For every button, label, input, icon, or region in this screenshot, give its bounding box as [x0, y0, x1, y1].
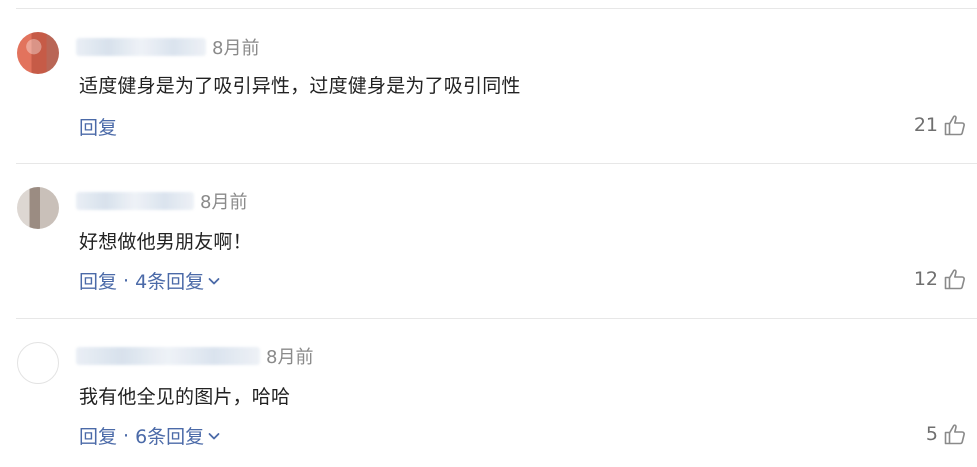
thumbs-up-icon[interactable]: [943, 267, 967, 291]
reply-button[interactable]: 回复: [79, 422, 117, 449]
avatar[interactable]: [17, 342, 59, 384]
comment-meta: 8月前: [76, 189, 247, 213]
like-button[interactable]: 12: [914, 267, 967, 291]
comment-meta: 8月前: [76, 35, 259, 59]
comment-actions: 回复 · 6条回复: [79, 422, 221, 449]
comment-text: 好想做他男朋友啊！: [79, 231, 252, 253]
separator: ·: [123, 424, 130, 447]
comment-item: 8月前 我有他全见的图片，哈哈 回复 · 6条回复 5: [0, 318, 977, 467]
comment-list: 8月前 适度健身是为了吸引异性，过度健身是为了吸引同性 回复 21 8月前 好想…: [0, 0, 977, 467]
avatar[interactable]: [17, 32, 59, 74]
comment-time: 8月前: [212, 38, 260, 59]
replies-count: 4条回复: [135, 271, 205, 293]
thumbs-up-icon[interactable]: [943, 422, 967, 446]
reply-button[interactable]: 回复: [79, 267, 117, 294]
comment-text: 适度健身是为了吸引异性，过度健身是为了吸引同性: [79, 75, 521, 97]
separator: ·: [123, 269, 130, 292]
chevron-down-icon: [208, 432, 220, 439]
view-replies-button[interactable]: 6条回复: [135, 422, 221, 449]
comment-time: 8月前: [266, 347, 314, 368]
like-count: 21: [913, 114, 938, 136]
avatar[interactable]: [17, 187, 59, 229]
chevron-down-icon: [208, 277, 220, 284]
comment-meta: 8月前: [76, 344, 313, 368]
reply-button[interactable]: 回复: [79, 113, 117, 140]
comment-time: 8月前: [200, 192, 248, 213]
replies-count: 6条回复: [135, 426, 205, 448]
username-blurred[interactable]: [76, 192, 194, 210]
comment-text: 我有他全见的图片，哈哈: [79, 386, 291, 408]
comment-actions: 回复 · 4条回复: [79, 267, 221, 294]
comment-actions: 回复: [79, 113, 117, 140]
like-button[interactable]: 21: [914, 113, 967, 137]
username-blurred[interactable]: [76, 38, 206, 56]
comment-item: 8月前 好想做他男朋友啊！ 回复 · 4条回复 12: [0, 163, 977, 318]
like-button[interactable]: 5: [926, 422, 967, 446]
comment-item: 8月前 适度健身是为了吸引异性，过度健身是为了吸引同性 回复 21: [0, 8, 977, 163]
username-blurred[interactable]: [76, 347, 260, 365]
like-count: 12: [913, 268, 938, 290]
view-replies-button[interactable]: 4条回复: [135, 267, 221, 294]
like-count: 5: [925, 423, 938, 445]
thumbs-up-icon[interactable]: [943, 113, 967, 137]
